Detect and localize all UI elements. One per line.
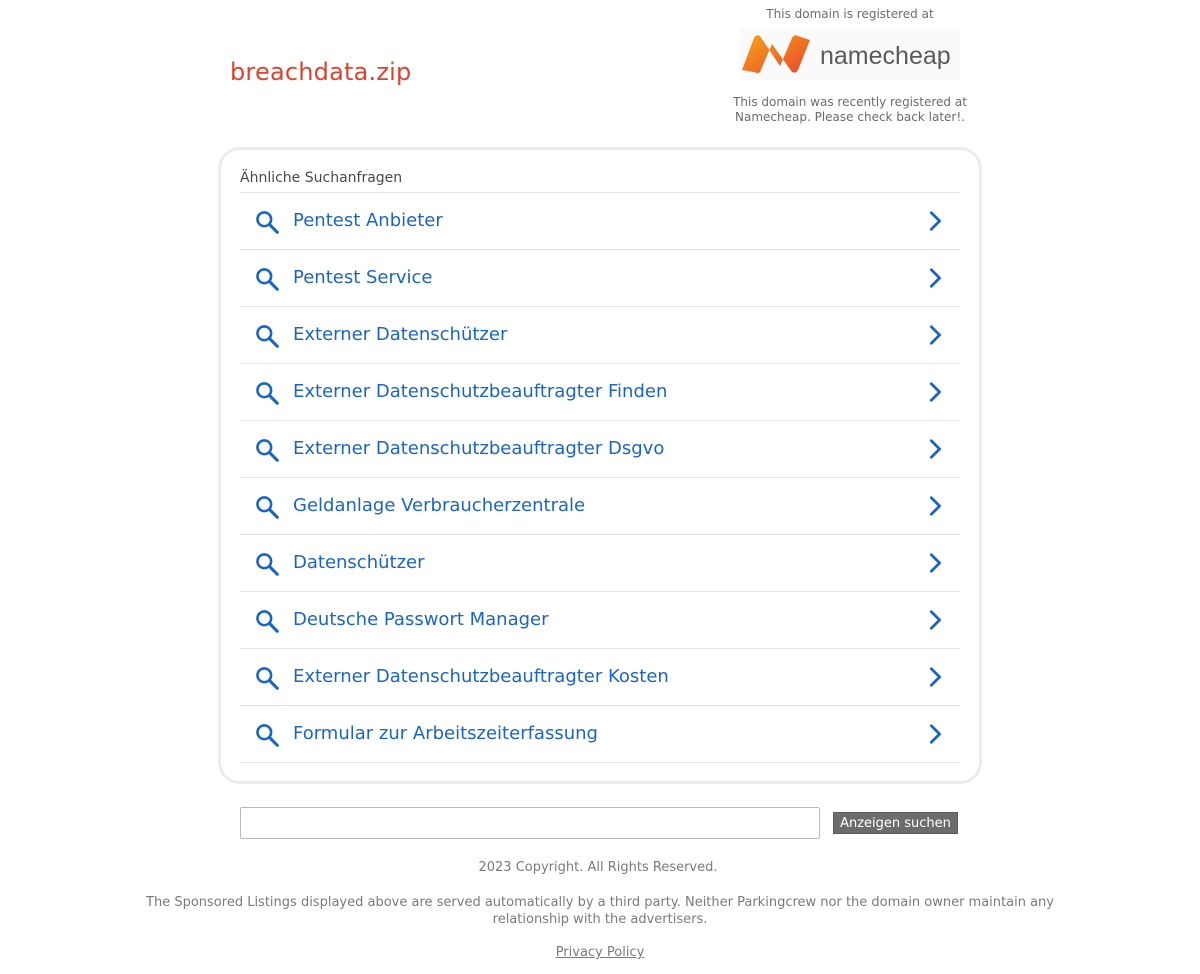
related-search-item[interactable]: Externer Datenschutzbeauftragter Dsgvo — [240, 421, 960, 478]
registrar-bottom-text: This domain was recently registered at N… — [733, 95, 967, 124]
chevron-right-icon — [929, 382, 941, 402]
chevron-right-icon — [929, 553, 941, 573]
related-search-item[interactable]: Geldanlage Verbraucherzentrale — [240, 478, 960, 535]
search-icon — [256, 610, 279, 633]
chevron-right-icon — [929, 211, 941, 231]
related-search-label: Deutsche Passwort Manager — [293, 609, 549, 630]
chevron-right-icon — [929, 496, 941, 516]
related-search-item[interactable]: Formular zur Arbeitszeiterfassung — [240, 706, 960, 763]
search-icon — [256, 211, 279, 234]
related-searches-list: Pentest Anbieter Pentest Service Externer … — [240, 192, 960, 763]
related-search-label: Pentest Service — [293, 267, 433, 288]
related-search-label: Datenschützer — [293, 552, 425, 573]
search-icon — [256, 496, 279, 519]
ads-search-button[interactable]: Anzeigen suchen — [833, 812, 958, 834]
related-search-item[interactable]: Datenschützer — [240, 535, 960, 592]
chevron-right-icon — [929, 610, 941, 630]
parked-domain-page: breachdata.zip This domain is registered… — [0, 0, 1200, 974]
namecheap-logo-mark: namecheap — [742, 35, 951, 73]
search-icon — [256, 382, 279, 405]
related-search-item[interactable]: Pentest Service — [240, 250, 960, 307]
namecheap-logo[interactable]: namecheap — [740, 28, 960, 80]
related-search-item[interactable]: Pentest Anbieter — [240, 193, 960, 250]
related-search-label: Externer Datenschutzbeauftragter Kosten — [293, 666, 669, 687]
related-search-label: Externer Datenschutzbeauftragter Dsgvo — [293, 438, 665, 459]
search-icon — [256, 325, 279, 348]
related-search-item[interactable]: Deutsche Passwort Manager — [240, 592, 960, 649]
ads-search-input[interactable] — [240, 807, 820, 839]
search-icon — [256, 439, 279, 462]
search-icon — [256, 724, 279, 747]
disclaimer-text: The Sponsored Listings displayed above a… — [146, 895, 1054, 927]
related-search-label: Formular zur Arbeitszeiterfassung — [293, 723, 598, 744]
search-icon — [256, 553, 279, 576]
related-search-label: Pentest Anbieter — [293, 210, 443, 231]
chevron-right-icon — [929, 325, 941, 345]
chevron-right-icon — [929, 724, 941, 744]
related-search-label: Externer Datenschützer — [293, 324, 508, 345]
search-icon — [256, 268, 279, 291]
related-search-label: Externer Datenschutzbeauftragter Finden — [293, 381, 668, 402]
copyright-text: 2023 Copyright. All Rights Reserved. — [478, 860, 718, 875]
related-search-item[interactable]: Externer Datenschutzbeauftragter Kosten — [240, 649, 960, 706]
privacy-policy-link[interactable]: Privacy Policy — [556, 945, 645, 960]
chevron-right-icon — [929, 439, 941, 459]
chevron-right-icon — [929, 268, 941, 288]
related-searches-panel: Ähnliche Suchanfragen Pentest Anbieter Pe… — [218, 147, 982, 784]
related-search-item[interactable]: Externer Datenschützer — [240, 307, 960, 364]
domain-title: breachdata.zip — [230, 58, 412, 86]
namecheap-logo-text: namecheap — [820, 42, 951, 70]
registrar-top-text: This domain is registered at — [766, 7, 934, 21]
chevron-right-icon — [929, 667, 941, 687]
search-icon — [256, 667, 279, 690]
related-search-item[interactable]: Externer Datenschutzbeauftragter Finden — [240, 364, 960, 421]
related-search-label: Geldanlage Verbraucherzentrale — [293, 495, 586, 516]
related-searches-heading: Ähnliche Suchanfragen — [240, 170, 403, 186]
privacy-policy: Privacy Policy — [0, 945, 1200, 960]
